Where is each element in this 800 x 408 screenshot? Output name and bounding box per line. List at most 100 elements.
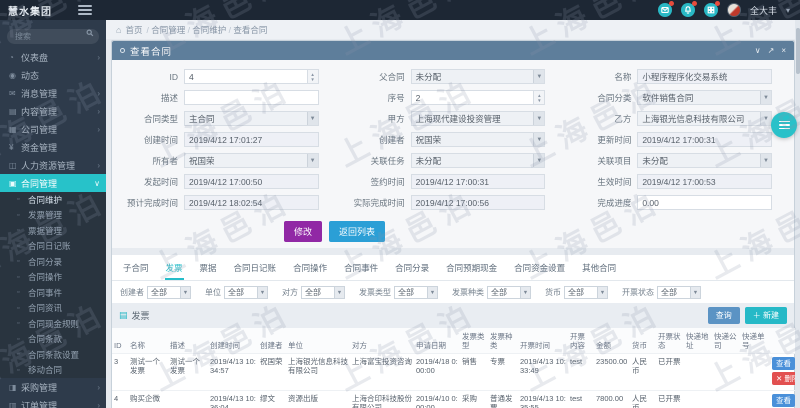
sidebar-item-pulse[interactable]: ◉动态: [0, 66, 106, 84]
field-control-描述[interactable]: [184, 90, 319, 105]
sidebar-toggle-icon[interactable]: [78, 5, 92, 15]
filter-select-对方[interactable]: 全部▼: [301, 286, 345, 299]
field-control-名称[interactable]: 小程序程序化交易系统: [637, 69, 772, 84]
field-control-关联任务[interactable]: 未分配▼: [411, 153, 546, 168]
field-甲方: 甲方上海现代建设投资管理▼: [339, 111, 566, 126]
field-control-序号[interactable]: 2▲▼: [411, 90, 546, 105]
sidebar-item-money[interactable]: ¥资金管理: [0, 138, 106, 156]
field-control-创建时间[interactable]: 2019/4/12 17:01:27: [184, 132, 319, 147]
sidebar-subitem[interactable]: ▫合同现金规则: [0, 316, 106, 332]
sidebar-item-cart[interactable]: ◨采购管理›: [0, 378, 106, 396]
field-control-更新时间[interactable]: 2019/4/12 17:00:31: [637, 132, 772, 147]
field-label: 名称: [565, 71, 637, 83]
tab-合同日记账[interactable]: 合同日记账: [233, 260, 278, 280]
create-button[interactable]: ＋ 新建: [745, 307, 787, 324]
filter-select-发票类型[interactable]: 全部▼: [394, 286, 438, 299]
bullet-icon: ▫: [17, 274, 28, 281]
dropdown-arrow-icon[interactable]: ▼: [533, 70, 544, 83]
field-control-实际完成时间[interactable]: 2019/4/12 17:00:56: [411, 195, 546, 210]
sidebar-subitem[interactable]: ▫合同分录: [0, 254, 106, 270]
field-control-创建者[interactable]: 祝国荣▼: [411, 132, 546, 147]
sidebar-subitem[interactable]: ▫合同条款: [0, 332, 106, 348]
sidebar-item-people[interactable]: ◫人力资源管理›: [0, 156, 106, 174]
filter-select-创建者[interactable]: 全部▼: [147, 286, 191, 299]
user-name[interactable]: 全大丰: [750, 4, 777, 17]
collapse-icon[interactable]: ∨: [755, 46, 761, 55]
stepper-arrows-icon[interactable]: ▲▼: [533, 91, 544, 104]
field-value: 主合同: [189, 113, 215, 125]
sidebar-item-contract[interactable]: ▣合同管理∨: [0, 174, 106, 192]
breadcrumb-item[interactable]: 查看合同: [233, 25, 267, 35]
tab-合同资金设置[interactable]: 合同资金设置: [513, 260, 566, 280]
dropdown-arrow-icon[interactable]: ▼: [760, 91, 771, 104]
vertical-scrollbar[interactable]: [795, 20, 800, 408]
filter-select-单位[interactable]: 全部▼: [224, 286, 268, 299]
user-menu-caret-icon[interactable]: ▾: [786, 6, 790, 15]
dropdown-arrow-icon[interactable]: ▼: [307, 154, 318, 167]
dropdown-arrow-icon[interactable]: ▼: [307, 112, 318, 125]
sidebar-subitem[interactable]: ▫合同操作: [0, 270, 106, 286]
sidebar-item-label: 动态: [21, 69, 100, 82]
field-control-发起时间[interactable]: 2019/4/12 17:00:50: [184, 174, 319, 189]
field-control-合同分类[interactable]: 软件销售合同▼: [637, 90, 772, 105]
view-button[interactable]: 查看: [772, 357, 795, 370]
sidebar-item-content[interactable]: ▤内容管理›: [0, 102, 106, 120]
filter-select-发票种类[interactable]: 全部▼: [487, 286, 531, 299]
sidebar-subitem[interactable]: ▫票据管理: [0, 223, 106, 239]
dropdown-arrow-icon[interactable]: ▼: [533, 154, 544, 167]
tab-子合同[interactable]: 子合同: [122, 260, 150, 280]
field-control-签约时间[interactable]: 2019/4/12 17:00:31: [411, 174, 546, 189]
breadcrumb-item[interactable]: 合同维护: [192, 25, 226, 35]
dropdown-arrow-icon[interactable]: ▼: [760, 154, 771, 167]
message-icon-button[interactable]: [658, 3, 672, 17]
tab-合同分录[interactable]: 合同分录: [394, 260, 430, 280]
field-control-父合同[interactable]: 未分配▼: [411, 69, 546, 84]
column-header-货币: 货币: [630, 328, 656, 354]
tab-合同预期现金[interactable]: 合同预期现金: [445, 260, 498, 280]
tab-发票[interactable]: 发票: [165, 260, 184, 280]
sidebar-item-company[interactable]: ▦公司管理›: [0, 120, 106, 138]
filter-select-开票状态[interactable]: 全部▼: [657, 286, 701, 299]
sidebar-item-order[interactable]: ▥订单管理›: [0, 396, 106, 408]
field-control-关联项目[interactable]: 未分配▼: [637, 153, 772, 168]
field-control-所有者[interactable]: 祝国荣▼: [184, 153, 319, 168]
sidebar-subitem[interactable]: ▫移动合同: [0, 363, 106, 379]
filter-select-货币[interactable]: 全部▼: [564, 286, 608, 299]
dropdown-arrow-icon[interactable]: ▼: [760, 112, 771, 125]
sidebar-subitem[interactable]: ▫合同维护: [0, 192, 106, 208]
floating-menu-button[interactable]: [771, 112, 797, 138]
query-button[interactable]: 查询: [708, 307, 740, 324]
tab-合同事件[interactable]: 合同事件: [343, 260, 379, 280]
tasks-icon-button[interactable]: [704, 3, 718, 17]
field-control-乙方[interactable]: 上海银光信息科技有限公司▼: [637, 111, 772, 126]
close-icon[interactable]: ×: [781, 46, 786, 55]
scrollbar-thumb[interactable]: [796, 28, 800, 74]
edit-button[interactable]: 修改: [284, 221, 322, 242]
field-control-ID[interactable]: 4▲▼: [184, 69, 319, 84]
field-control-甲方[interactable]: 上海现代建设投资管理▼: [411, 111, 546, 126]
field-control-合同类型[interactable]: 主合同 ▼: [184, 111, 319, 126]
stepper-arrows-icon[interactable]: ▲▼: [307, 70, 318, 83]
tab-其他合同[interactable]: 其他合同: [581, 260, 617, 280]
view-button[interactable]: 查看: [772, 394, 795, 407]
field-control-生效时间[interactable]: 2019/4/12 17:00:53: [637, 174, 772, 189]
dropdown-arrow-icon[interactable]: ▼: [533, 133, 544, 146]
back-to-list-button[interactable]: 返回列表: [329, 221, 385, 242]
sidebar-subitem[interactable]: ▫发票管理: [0, 208, 106, 224]
sidebar-subitem[interactable]: ▫合同资讯: [0, 301, 106, 317]
field-control-预计完成时间[interactable]: 2019/4/12 18:02:54: [184, 195, 319, 210]
field-control-完成进度[interactable]: 0.00: [637, 195, 772, 210]
breadcrumb-home[interactable]: 首页: [125, 24, 142, 36]
sidebar-subitem[interactable]: ▫合同条款设置: [0, 347, 106, 363]
sidebar-subitem[interactable]: ▫合同事件: [0, 285, 106, 301]
dropdown-arrow-icon[interactable]: ▼: [533, 112, 544, 125]
notification-icon-button[interactable]: [681, 3, 695, 17]
tab-合同操作[interactable]: 合同操作: [292, 260, 328, 280]
sidebar-subitem[interactable]: ▫合同日记账: [0, 239, 106, 255]
breadcrumb-item[interactable]: 合同管理: [151, 25, 185, 35]
user-avatar[interactable]: [727, 3, 741, 17]
tab-票据[interactable]: 票据: [199, 260, 218, 280]
sidebar-item-dashboard[interactable]: ◔仪表盘›: [0, 48, 106, 66]
sidebar-item-mail[interactable]: ✉消息管理›: [0, 84, 106, 102]
expand-icon[interactable]: ↗: [768, 46, 775, 55]
